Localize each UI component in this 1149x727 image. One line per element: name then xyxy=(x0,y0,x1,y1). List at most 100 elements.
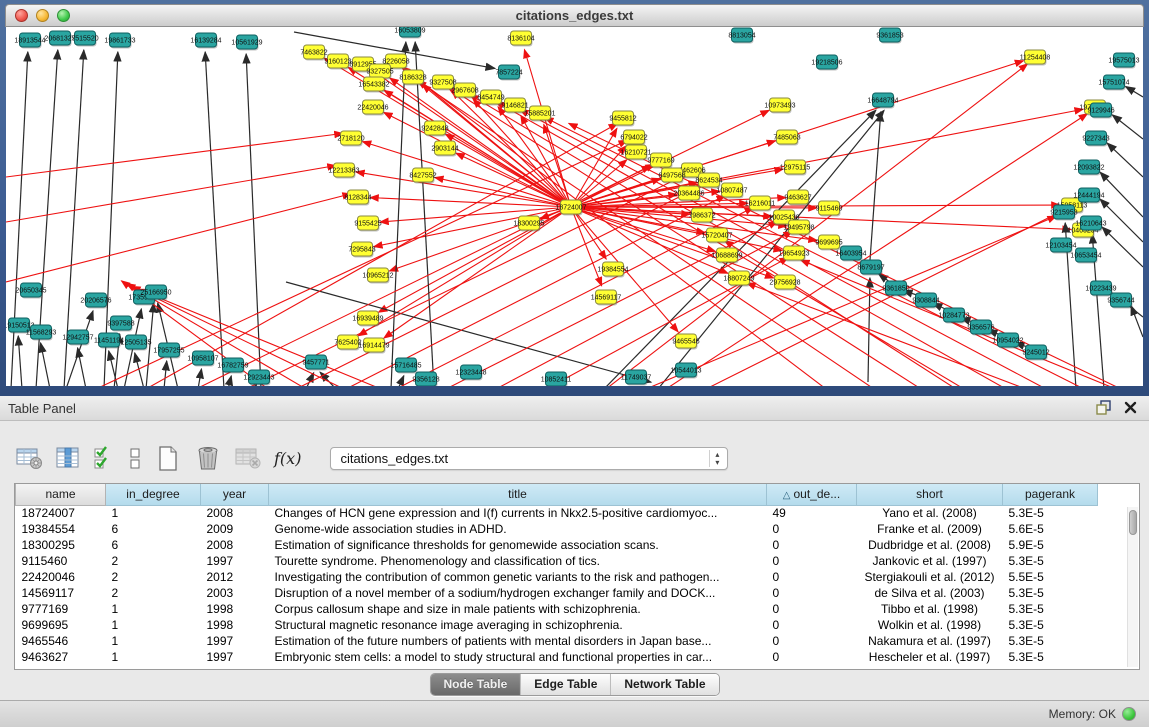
graph-node[interactable]: 10561929 xyxy=(231,35,262,51)
graph-node[interactable]: 12975115 xyxy=(780,160,811,176)
graph-node[interactable]: 12505135 xyxy=(120,335,151,351)
graph-node[interactable]: 2718120 xyxy=(337,131,364,147)
cell-title[interactable]: Structural magnetic resonance image aver… xyxy=(269,617,767,633)
cell-year[interactable]: 1997 xyxy=(201,649,269,665)
cell-year[interactable]: 2008 xyxy=(201,505,269,521)
cell-title[interactable]: Estimation of the future numbers of pati… xyxy=(269,633,767,649)
graph-node[interactable]: 16782759 xyxy=(217,358,248,374)
cell-out_de...[interactable]: 0 xyxy=(767,585,857,601)
cell-name[interactable]: 18724007 xyxy=(16,505,106,521)
cell-pagerank[interactable]: 5.3E-5 xyxy=(1003,505,1098,521)
graph-node[interactable]: 9361850 xyxy=(882,281,909,297)
graph-node[interactable]: 15751074 xyxy=(1098,75,1129,91)
graph-node[interactable]: 9160123 xyxy=(324,54,351,70)
cell-title[interactable]: Estimation of significance thresholds fo… xyxy=(269,537,767,553)
cell-short[interactable]: Stergiakouli et al. (2012) xyxy=(857,569,1003,585)
graph-node[interactable]: 8186328 xyxy=(399,70,426,86)
graph-node[interactable]: 14569117 xyxy=(591,290,622,306)
graph-node[interactable]: 9115460 xyxy=(816,201,843,217)
graph-node[interactable]: 6794022 xyxy=(620,130,647,146)
cell-in_degree[interactable]: 1 xyxy=(106,649,201,665)
cell-out_de...[interactable]: 0 xyxy=(767,569,857,585)
cell-title[interactable]: Changes of HCN gene expression and I(f) … xyxy=(269,505,767,521)
cell-year[interactable]: 1998 xyxy=(201,601,269,617)
graph-node[interactable]: 10284773 xyxy=(938,308,969,324)
graph-node[interactable]: 9455812 xyxy=(609,111,636,127)
cell-year[interactable]: 1997 xyxy=(201,553,269,569)
graph-node[interactable]: 8128344 xyxy=(344,190,371,206)
cell-name[interactable]: 19384554 xyxy=(16,521,106,537)
graph-node[interactable]: 9699695 xyxy=(815,235,842,251)
cell-out_de...[interactable]: 0 xyxy=(767,521,857,537)
graph-node[interactable]: 11749037 xyxy=(621,370,652,386)
cell-year[interactable]: 2003 xyxy=(201,585,269,601)
graph-node[interactable]: 16053809 xyxy=(394,27,425,39)
graph-node[interactable]: 20364486 xyxy=(673,186,704,202)
float-panel-icon[interactable] xyxy=(1096,400,1111,420)
table-row[interactable]: 1872400712008Changes of HCN gene express… xyxy=(16,505,1128,521)
graph-node[interactable]: 7515520 xyxy=(71,31,98,47)
cell-title[interactable]: Tourette syndrome. Phenomenology and cla… xyxy=(269,553,767,569)
cell-name[interactable]: 9463627 xyxy=(16,649,106,665)
graph-node[interactable]: 16914479 xyxy=(358,338,389,354)
graph-node[interactable]: 12213363 xyxy=(328,163,359,179)
cell-name[interactable]: 9699695 xyxy=(16,617,106,633)
graph-node[interactable]: 12923443 xyxy=(243,370,274,386)
table-row[interactable]: 1830029562008Estimation of significance … xyxy=(16,537,1128,553)
table-row[interactable]: 911546021997Tourette syndrome. Phenomeno… xyxy=(16,553,1128,569)
graph-node[interactable]: 19384554 xyxy=(597,262,628,278)
column-header-pagerank[interactable]: pagerank xyxy=(1003,484,1098,505)
cell-out_de...[interactable]: 0 xyxy=(767,617,857,633)
function-builder-button[interactable]: f(x) xyxy=(274,449,301,468)
cell-title[interactable]: Disruption of a novel member of a sodium… xyxy=(269,585,767,601)
cell-pagerank[interactable]: 5.6E-5 xyxy=(1003,521,1098,537)
cell-short[interactable]: Franke et al. (2009) xyxy=(857,521,1003,537)
graph-node[interactable]: 15720407 xyxy=(701,228,732,244)
graph-node[interactable]: 9245012 xyxy=(1022,345,1049,361)
minimize-window-button[interactable] xyxy=(36,9,49,22)
graph-node[interactable]: 19218506 xyxy=(811,55,842,71)
cell-year[interactable]: 2009 xyxy=(201,521,269,537)
graph-node[interactable]: 15716485 xyxy=(390,358,421,374)
graph-node[interactable]: 9356128 xyxy=(412,372,439,386)
graph-node[interactable]: 9155425 xyxy=(354,216,381,232)
network-canvas[interactable]: 1872400718300295193845549465546145691177… xyxy=(6,27,1143,386)
graph-node[interactable]: 6497568 xyxy=(658,168,685,184)
graph-node[interactable]: 16139284 xyxy=(190,33,221,49)
cell-title[interactable]: Embryonic stem cells: a model to study s… xyxy=(269,649,767,665)
table-row[interactable]: 2242004622012Investigating the contribut… xyxy=(16,569,1128,585)
graph-node[interactable]: 8427552 xyxy=(409,168,436,184)
dropdown-arrows-icon[interactable]: ▴▾ xyxy=(709,450,724,467)
cell-short[interactable]: Nakamura et al. (1997) xyxy=(857,633,1003,649)
cell-out_de...[interactable]: 0 xyxy=(767,649,857,665)
delete-rows-button[interactable] xyxy=(194,444,222,472)
cell-in_degree[interactable]: 6 xyxy=(106,521,201,537)
cell-short[interactable]: de Silva et al. (2003) xyxy=(857,585,1003,601)
cell-year[interactable]: 1998 xyxy=(201,617,269,633)
column-header-out-degree[interactable]: △out_de... xyxy=(767,484,857,505)
window-titlebar[interactable]: citations_edges.txt xyxy=(5,4,1144,27)
cell-pagerank[interactable]: 5.3E-5 xyxy=(1003,585,1098,601)
cell-in_degree[interactable]: 1 xyxy=(106,617,201,633)
graph-node[interactable]: 7857224 xyxy=(495,65,522,81)
graph-node[interactable]: 9227343 xyxy=(1082,131,1109,147)
graph-node[interactable]: 10852411 xyxy=(541,372,572,386)
table-row[interactable]: 1456911722003Disruption of a novel membe… xyxy=(16,585,1128,601)
cell-out_de...[interactable]: 0 xyxy=(767,537,857,553)
graph-node[interactable]: 10965212 xyxy=(362,268,393,284)
select-all-rows-button[interactable] xyxy=(93,445,115,471)
cell-pagerank[interactable]: 5.3E-5 xyxy=(1003,649,1098,665)
cell-year[interactable]: 2008 xyxy=(201,537,269,553)
close-panel-icon[interactable] xyxy=(1124,401,1137,419)
column-header-in-degree[interactable]: in_degree xyxy=(106,484,201,505)
cell-short[interactable]: Dudbridge et al. (2008) xyxy=(857,537,1003,553)
graph-node[interactable]: 20650345 xyxy=(15,283,46,299)
column-header-name[interactable]: name xyxy=(16,484,106,505)
delete-table-button[interactable] xyxy=(235,446,261,470)
graph-node[interactable]: 12323448 xyxy=(455,365,486,381)
graph-node[interactable]: 9465546 xyxy=(672,334,699,350)
graph-node[interactable]: 10653454 xyxy=(1070,248,1101,264)
graph-node[interactable]: 7986372 xyxy=(688,208,715,224)
memory-status-indicator[interactable] xyxy=(1122,707,1136,721)
cell-title[interactable]: Genome-wide association studies in ADHD. xyxy=(269,521,767,537)
